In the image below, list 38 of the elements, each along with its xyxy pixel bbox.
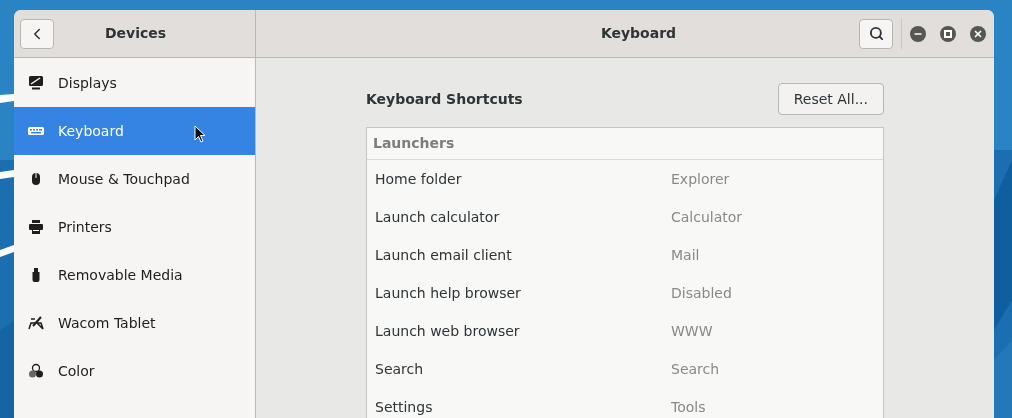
sidebar-item[interactable]: Wacom Tablet — [14, 299, 255, 347]
shortcut-key: Tools — [671, 396, 706, 418]
search-button[interactable] — [859, 18, 893, 49]
shortcut-key: WWW — [671, 320, 713, 342]
section-heading: Keyboard Shortcuts — [366, 89, 523, 109]
shortcut-key: Search — [671, 358, 720, 380]
shortcut-key: Explorer — [671, 168, 730, 190]
sidebar-item[interactable]: Displays — [14, 59, 255, 107]
maximize-icon — [944, 29, 952, 38]
tablet-pen-icon — [28, 315, 44, 331]
shortcut-name: Home folder — [375, 169, 463, 189]
sidebar-item[interactable]: Color — [14, 347, 255, 395]
shortcut-name: Launch web browser — [375, 321, 521, 341]
shortcut-name: Launch help browser — [375, 283, 522, 303]
group-header: Launchers — [367, 128, 883, 160]
sidebar-item[interactable]: Printers — [14, 203, 255, 251]
display-icon — [28, 75, 44, 91]
sidebar-item[interactable]: Keyboard — [14, 107, 255, 155]
cursor-icon — [194, 125, 206, 143]
minimize-button[interactable] — [910, 25, 926, 42]
shortcut-key: Disabled — [671, 282, 732, 304]
sidebar-item[interactable]: Mouse & Touchpad — [14, 155, 255, 203]
close-button[interactable] — [970, 25, 986, 42]
sidebar-title: Devices — [103, 24, 168, 43]
reset-all-button[interactable]: Reset All... — [777, 83, 884, 115]
window-title: Keyboard — [599, 24, 678, 43]
shortcut-name: Launch email client — [375, 245, 513, 265]
shortcut-name: Settings — [375, 397, 434, 417]
maximize-button[interactable] — [940, 25, 956, 42]
printer-icon — [28, 219, 44, 235]
shortcut-name: Launch calculator — [375, 207, 501, 227]
shortcut-key: Mail — [671, 244, 700, 266]
color-circles-icon — [28, 363, 44, 379]
close-icon — [973, 28, 983, 39]
search-icon — [868, 26, 884, 41]
sidebar-item[interactable]: Removable Media — [14, 251, 255, 299]
shortcut-name: Search — [375, 359, 425, 379]
shortcut-key: Calculator — [671, 206, 743, 228]
